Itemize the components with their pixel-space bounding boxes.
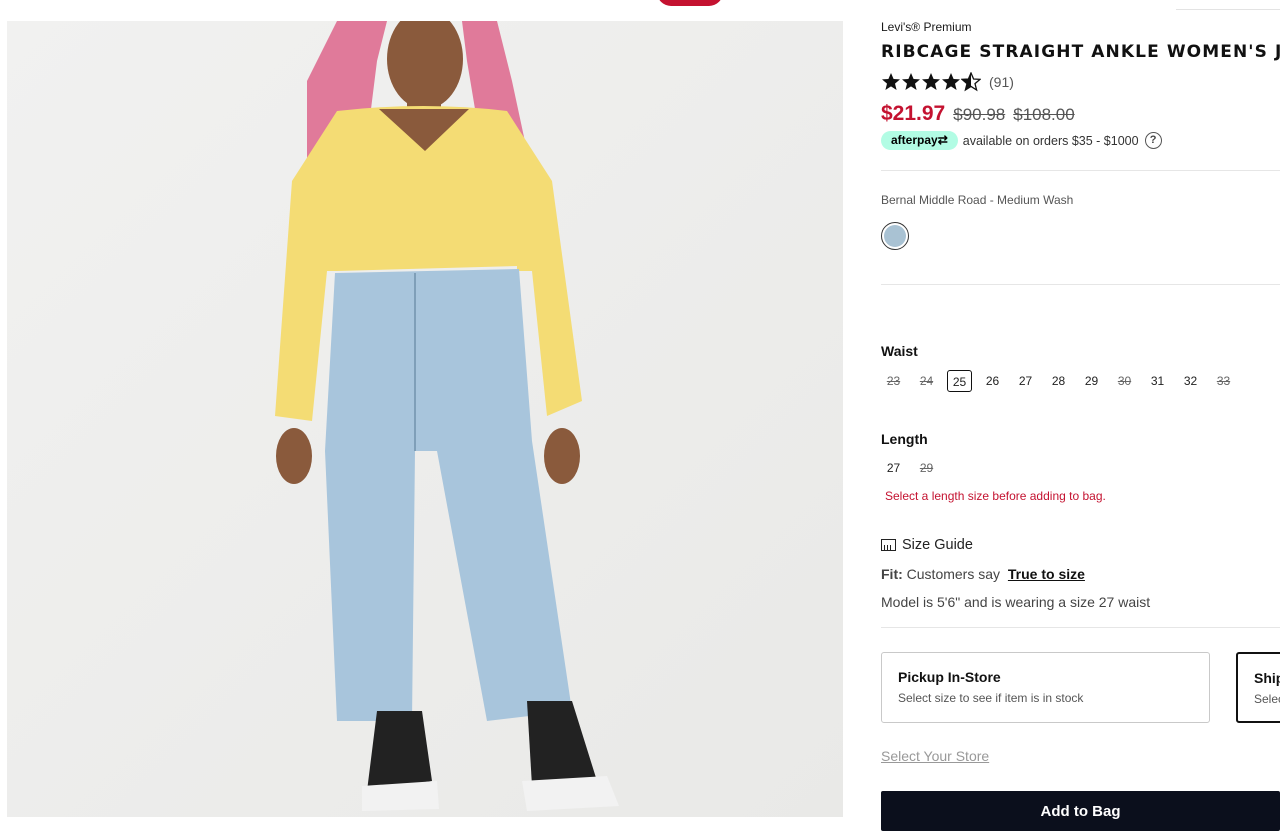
fit-text: Customers say [906, 566, 1001, 582]
length-size-option[interactable]: 27 [881, 457, 906, 479]
waist-size-option: 30 [1117, 374, 1132, 388]
rating[interactable]: (91) [881, 72, 1014, 92]
size-guide-link[interactable]: Size Guide [881, 537, 973, 553]
rating-count[interactable]: (91) [989, 74, 1014, 90]
waist-size-option: 23 [886, 374, 901, 388]
pickup-title: Pickup In-Store [898, 669, 1001, 685]
divider [881, 170, 1280, 171]
length-error-message: Select a length size before adding to ba… [885, 489, 1106, 503]
star-full-icon [942, 73, 960, 90]
product-details-panel: Levi's® Premium RIBCAGE STRAIGHT ANKLE W… [881, 0, 1280, 831]
waist-size-option[interactable]: 27 [1013, 370, 1038, 392]
star-full-icon [902, 73, 920, 90]
color-swatch-selected[interactable] [881, 222, 909, 250]
waist-size-option[interactable]: 28 [1046, 370, 1071, 392]
levis-logo[interactable] [657, 0, 723, 6]
pickup-in-store-option[interactable]: Pickup In-Store Select size to see if it… [881, 652, 1210, 723]
length-size-selector: 27 29 [881, 457, 947, 479]
sale-price: $21.97 [881, 102, 946, 125]
help-icon[interactable]: ? [1144, 132, 1162, 149]
product-image[interactable] [7, 21, 843, 817]
color-name: Bernal Middle Road - Medium Wash [881, 193, 1074, 207]
fit-info: Fit: Customers say True to size [881, 566, 1085, 582]
add-to-bag-button[interactable]: Add to Bag [881, 791, 1280, 831]
afterpay-logo: afterpay⇄ [881, 131, 958, 150]
waist-size-option: 33 [1216, 374, 1231, 388]
ship-option[interactable]: Ship Selec [1236, 652, 1280, 723]
waist-size-option[interactable]: 26 [980, 370, 1005, 392]
divider [881, 284, 1280, 285]
size-guide-label: Size Guide [902, 537, 973, 553]
afterpay-text: available on orders $35 - $1000 [962, 133, 1139, 148]
waist-size-option[interactable]: 25 [947, 370, 972, 392]
fit-label: Fit: [881, 566, 903, 582]
star-full-icon [922, 73, 940, 90]
waist-size-selector: 23 24 25 26 27 28 29 30 31 32 33 [881, 370, 1244, 392]
brand-name: Levi's® Premium [881, 20, 972, 34]
model-photo-illustration [7, 21, 843, 817]
price-row: $21.97 $90.98 $108.00 [881, 102, 1083, 126]
divider [881, 627, 1280, 628]
waist-size-option: 24 [919, 374, 934, 388]
length-size-option: 29 [919, 461, 934, 475]
star-full-icon [882, 73, 900, 90]
product-title: RIBCAGE STRAIGHT ANKLE WOMEN'S JEANS [881, 42, 1280, 62]
star-half-icon [961, 72, 981, 92]
ship-title: Ship [1254, 670, 1280, 686]
ruler-icon [881, 539, 896, 551]
original-price: $90.98 [953, 105, 1006, 124]
afterpay-info: afterpay⇄ available on orders $35 - $100… [881, 131, 1162, 150]
pickup-subtitle: Select size to see if item is in stock [898, 691, 1084, 705]
fit-link[interactable]: True to size [1008, 566, 1085, 582]
list-price: $108.00 [1013, 105, 1075, 124]
waist-size-option[interactable]: 29 [1079, 370, 1104, 392]
color-swatch [884, 225, 906, 247]
waist-size-option[interactable]: 32 [1178, 370, 1203, 392]
waist-size-option[interactable]: 31 [1145, 370, 1170, 392]
waist-label: Waist [881, 343, 918, 359]
length-label: Length [881, 431, 928, 447]
select-store-link[interactable]: Select Your Store [881, 748, 989, 764]
model-note: Model is 5'6" and is wearing a size 27 w… [881, 594, 1151, 610]
ship-subtitle: Selec [1254, 692, 1280, 706]
